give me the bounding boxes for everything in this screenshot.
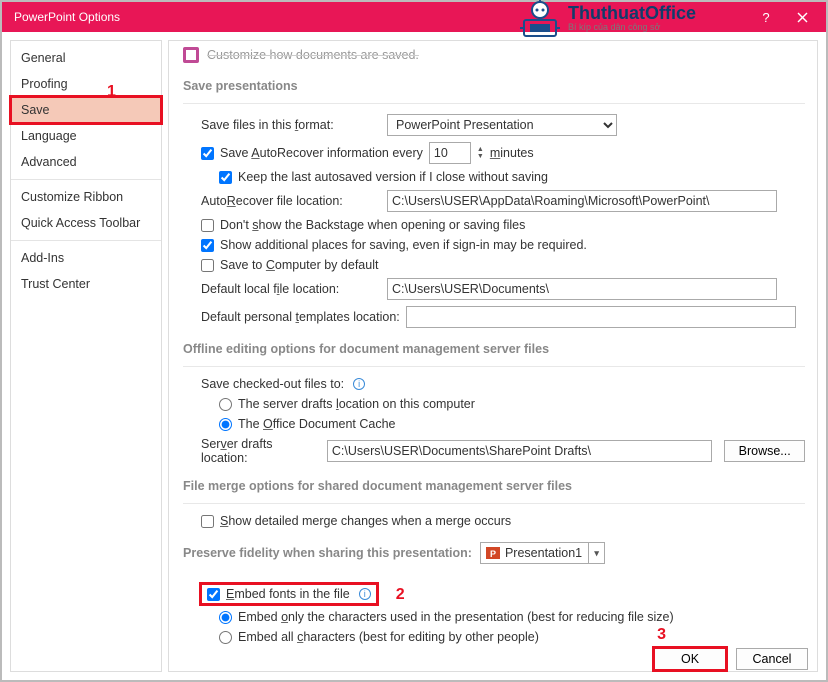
save-computer-label: Save to Computer by default [220,258,378,272]
show-merge-checkbox[interactable] [201,515,214,528]
annotation-1: 1 [107,83,116,101]
autorecover-loc-input[interactable] [387,190,777,212]
office-cache-label: The Office Document Cache [238,417,396,431]
sidebar-item-trust-center[interactable]: Trust Center [11,271,161,297]
show-additional-label: Show additional places for saving, even … [220,238,587,252]
section-merge: File merge options for shared document m… [183,471,805,504]
default-local-input[interactable] [387,278,777,300]
content-pane[interactable]: Customize how documents are saved. Save … [169,41,817,671]
server-drafts-radio[interactable] [219,398,232,411]
keep-last-checkbox[interactable] [219,171,232,184]
autorecover-checkbox[interactable] [201,147,214,160]
titlebar: PowerPoint Options ? [2,2,826,32]
autorecover-loc-label: AutoRecover file location: [201,194,381,208]
format-label: Save files in this format: [201,118,381,132]
close-button[interactable] [784,2,820,32]
robot-icon [518,0,562,38]
sidebar-item-save[interactable]: Save [11,97,161,123]
annotation-3: 3 [657,626,666,644]
default-local-label: Default local file location: [201,282,381,296]
watermark-sub: Bí kíp của dân công sở [568,22,696,32]
sidebar-item-customize-ribbon[interactable]: Customize Ribbon [11,184,161,210]
no-backstage-label: Don't show the Backstage when opening or… [220,218,525,232]
show-merge-label: Show detailed merge changes when a merge… [220,514,511,528]
sidebar-item-advanced[interactable]: Advanced [11,149,161,175]
save-computer-checkbox[interactable] [201,259,214,272]
section-offline: Offline editing options for document man… [183,334,805,367]
powerpoint-file-icon: P [485,545,501,561]
no-backstage-checkbox[interactable] [201,219,214,232]
autorecover-minutes[interactable] [429,142,471,164]
section-fidelity: Preserve fidelity when sharing this pres… [183,534,805,574]
ok-button[interactable]: OK [654,648,726,670]
sidebar-item-quick-access[interactable]: Quick Access Toolbar [11,210,161,236]
sidebar-item-proofing[interactable]: Proofing [11,71,161,97]
embed-fonts-label: Embed fonts in the file [226,587,350,601]
server-drafts-label: The server drafts location on this compu… [238,397,475,411]
section-save-presentations: Save presentations [183,71,805,104]
chevron-down-icon: ▾ [588,543,604,563]
templates-label: Default personal templates location: [201,310,400,324]
embed-only-radio[interactable] [219,611,232,624]
sidebar-item-addins[interactable]: Add-Ins [11,245,161,271]
info-icon[interactable]: i [353,378,365,390]
embed-all-radio[interactable] [219,631,232,644]
sidebar-item-general[interactable]: General [11,45,161,71]
keep-last-label: Keep the last autosaved version if I clo… [238,170,548,184]
templates-input[interactable] [406,306,796,328]
info-icon[interactable]: i [359,588,371,600]
drafts-loc-label: Server drafts location: [201,437,321,465]
format-select[interactable]: PowerPoint Presentation [387,114,617,136]
annotation-2: 2 [396,586,405,604]
close-icon [797,12,808,23]
office-cache-radio[interactable] [219,418,232,431]
drafts-loc-input[interactable] [327,440,712,462]
embed-only-label: Embed only the characters used in the pr… [238,610,674,624]
spinner-icon[interactable]: ▲▼ [477,146,484,160]
checked-out-label: Save checked-out files to: [201,377,344,391]
help-button[interactable]: ? [748,2,784,32]
presentation-select[interactable]: P Presentation1 ▾ [480,542,605,564]
sidebar-item-language[interactable]: Language [11,123,161,149]
watermark: ThuthuatOffice Bí kíp của dân công sở [518,0,696,38]
browse-button[interactable]: Browse... [724,440,805,462]
embed-fonts-checkbox[interactable] [207,588,220,601]
watermark-title: ThuthuatOffice [568,4,696,22]
svg-text:P: P [490,549,496,559]
sidebar: General Proofing Save Language Advanced … [10,40,162,672]
cancel-button[interactable]: Cancel [736,648,808,670]
show-additional-checkbox[interactable] [201,239,214,252]
top-strip: Customize how documents are saved. [183,47,805,63]
save-category-icon [183,47,199,63]
embed-all-label: Embed all characters (best for editing b… [238,630,539,644]
minutes-label: minutes [490,146,534,160]
autorecover-label: Save AutoRecover information every [220,146,423,160]
